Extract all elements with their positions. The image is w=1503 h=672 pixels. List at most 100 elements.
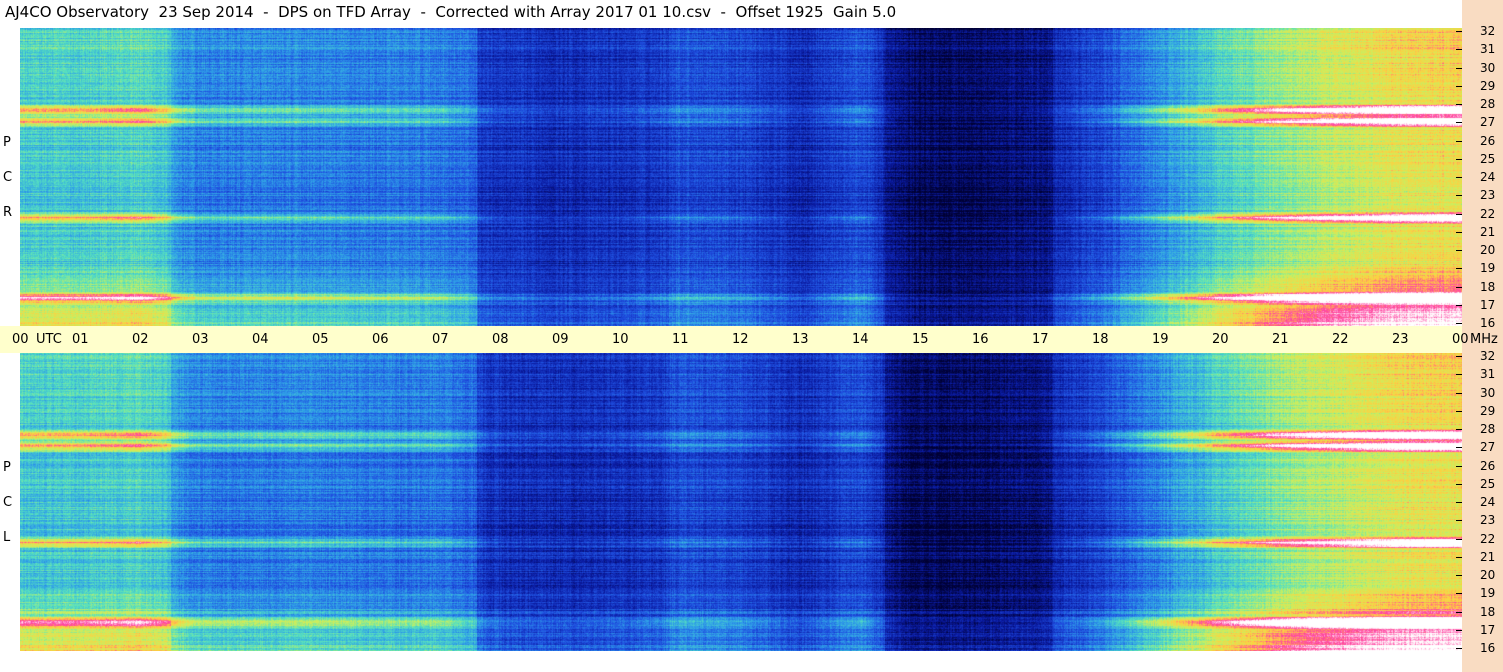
time-tick-label: 18 [1092,332,1109,347]
time-tick-label: 12 [732,332,749,347]
freq-tick [1456,122,1462,123]
freq-tick [1456,86,1462,87]
freq-tick [1456,575,1462,576]
polarization-letter: P [3,135,11,150]
time-tick-label: 00 [12,332,29,347]
freq-tick [1456,593,1462,594]
time-tick-label: 05 [312,332,329,347]
freq-tick-label: 17 [1480,623,1496,637]
time-tick-label: 04 [252,332,269,347]
freq-tick [1456,484,1462,485]
time-tick-label: 14 [852,332,869,347]
time-tick-label: 17 [1032,332,1049,347]
freq-tick-label: 31 [1480,367,1496,381]
polarization-letter: C [3,170,13,185]
freq-tick-label: 27 [1480,115,1496,129]
time-tick-label: 13 [792,332,809,347]
freq-tick [1456,502,1462,503]
freq-tick [1456,557,1462,558]
freq-tick-label: 19 [1480,586,1496,600]
freq-tick [1456,232,1462,233]
freq-unit-label: MHz [1470,332,1498,347]
polarization-letter: R [3,205,13,220]
time-unit-label: UTC [36,332,62,347]
chart-title: AJ4CO Observatory 23 Sep 2014 - DPS on T… [5,3,897,21]
polarization-letter: L [3,530,11,545]
freq-tick [1456,374,1462,375]
freq-tick-label: 24 [1480,170,1496,184]
time-tick-label: 02 [132,332,149,347]
freq-tick-label: 22 [1480,532,1496,546]
freq-tick-label: 27 [1480,440,1496,454]
freq-tick [1456,612,1462,613]
freq-tick [1456,447,1462,448]
freq-tick-label: 23 [1480,513,1496,527]
freq-tick [1456,159,1462,160]
freq-tick-label: 28 [1480,97,1496,111]
freq-tick-label: 31 [1480,42,1496,56]
time-tick-label: 16 [972,332,989,347]
freq-tick [1456,466,1462,467]
rcp-spectrogram [20,28,1462,326]
time-tick-label: 23 [1392,332,1409,347]
freq-tick-label: 29 [1480,404,1496,418]
freq-tick-label: 20 [1480,243,1496,257]
freq-tick-label: 22 [1480,207,1496,221]
time-tick-label: 15 [912,332,929,347]
time-tick-label: 08 [492,332,509,347]
freq-tick-label: 26 [1480,134,1496,148]
freq-tick [1456,323,1462,324]
freq-tick [1456,287,1462,288]
freq-tick-label: 26 [1480,459,1496,473]
time-tick-label: 10 [612,332,629,347]
freq-tick-label: 19 [1480,261,1496,275]
freq-tick [1456,31,1462,32]
freq-tick [1456,214,1462,215]
freq-tick-label: 16 [1480,641,1496,655]
freq-tick [1456,250,1462,251]
freq-tick [1456,429,1462,430]
time-axis: 00 01 02 03 04 05 06 07 08 09 10 11 12 13 14 15 16 17 18 19… [0,326,1498,353]
polarization-letter: P [3,460,11,475]
freq-tick-label: 17 [1480,298,1496,312]
time-tick-label: 07 [432,332,449,347]
freq-tick [1456,141,1462,142]
freq-tick-label: 25 [1480,477,1496,491]
freq-tick-label: 18 [1480,605,1496,619]
freq-tick-label: 29 [1480,79,1496,93]
freq-tick [1456,539,1462,540]
bottom-strip [0,651,1462,672]
freq-tick [1456,305,1462,306]
time-tick-label: 09 [552,332,569,347]
freq-tick-label: 32 [1480,24,1496,38]
freq-tick-label: 32 [1480,349,1496,363]
freq-tick [1456,411,1462,412]
polarization-letter: C [3,495,13,510]
freq-tick-label: 21 [1480,550,1496,564]
freq-tick-label: 21 [1480,225,1496,239]
time-tick-label: 22 [1332,332,1349,347]
freq-tick [1456,356,1462,357]
freq-tick-label: 30 [1480,386,1496,400]
freq-tick-label: 18 [1480,280,1496,294]
freq-tick-label: 28 [1480,422,1496,436]
freq-tick [1456,630,1462,631]
time-tick-label: 20 [1212,332,1229,347]
freq-tick [1456,648,1462,649]
freq-tick [1456,104,1462,105]
freq-tick [1456,49,1462,50]
freq-tick [1456,393,1462,394]
time-tick-label: 06 [372,332,389,347]
lcp-spectrogram [20,353,1462,651]
freq-tick-label: 16 [1480,316,1496,330]
time-tick-label: 00 [1452,332,1469,347]
freq-tick [1456,68,1462,69]
freq-tick-label: 30 [1480,61,1496,75]
time-tick-label: 03 [192,332,209,347]
freq-tick-label: 23 [1480,188,1496,202]
freq-tick [1456,520,1462,521]
time-tick-label: 01 [72,332,89,347]
freq-tick [1456,195,1462,196]
freq-tick-label: 25 [1480,152,1496,166]
time-tick-label: 11 [672,332,689,347]
